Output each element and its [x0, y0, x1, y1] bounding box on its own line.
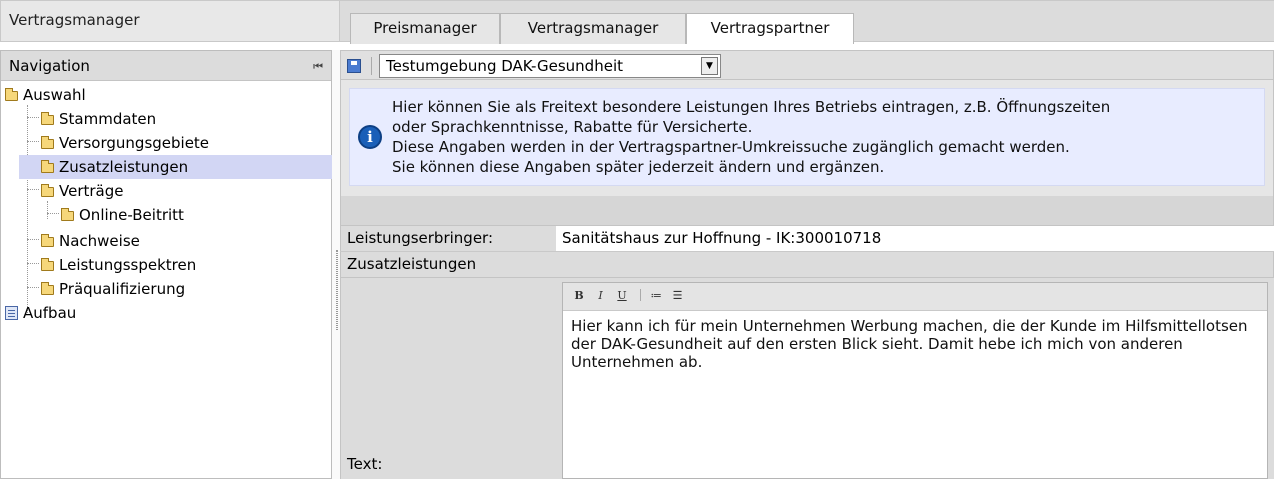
environment-select[interactable]: Testumgebung DAK-Gesundheit ▼ [379, 54, 721, 78]
folder-icon [41, 282, 54, 295]
navigation-header: Navigation ⏮ [1, 51, 331, 81]
folder-icon [41, 234, 54, 247]
tree-item-zusatzleistungen[interactable]: Zusatzleistungen [19, 155, 332, 179]
section-divider [340, 196, 1274, 226]
navigation-title: Navigation [9, 57, 90, 75]
text-row: Text: B I U ≔ ☰ Hier kann ich für mein U… [340, 278, 1274, 479]
editor-toolbar: B I U ≔ ☰ [563, 283, 1267, 311]
info-panel: i Hier können Sie als Freitext besondere… [340, 80, 1274, 196]
folder-icon [61, 208, 74, 221]
tree-connector [27, 189, 39, 190]
toolbar: Testumgebung DAK-Gesundheit ▼ [340, 50, 1274, 80]
tree-item-versorgungsgebiete[interactable]: Versorgungsgebiete [41, 131, 209, 155]
tree-connector [27, 141, 39, 142]
tree-item-label: Präqualifizierung [59, 280, 186, 298]
tree-item-label: Aufbau [23, 304, 77, 322]
dropdown-arrow-icon[interactable]: ▼ [701, 57, 718, 75]
tree-item-vertraege[interactable]: Verträge [41, 179, 123, 203]
section-title: Zusatzleistungen [340, 252, 1274, 278]
tree-item-online-beitritt[interactable]: Online-Beitritt [61, 203, 184, 227]
environment-select-value: Testumgebung DAK-Gesundheit [386, 57, 623, 75]
info-line: oder Sprachkenntnisse, Rabatte für Versi… [392, 118, 753, 136]
tree-item-nachweise[interactable]: Nachweise [41, 229, 140, 253]
save-icon[interactable] [347, 59, 361, 73]
info-line: Sie können diese Angaben später jederzei… [392, 158, 885, 176]
info-box: i Hier können Sie als Freitext besondere… [349, 88, 1265, 186]
tab-preismanager[interactable]: Preismanager [350, 13, 500, 44]
folder-icon [41, 184, 54, 197]
underline-button[interactable]: U [614, 289, 630, 302]
editor-content[interactable]: Hier kann ich für mein Unternehmen Werbu… [563, 311, 1267, 377]
tree-connector [27, 263, 39, 264]
toolbar-separator [371, 57, 372, 75]
provider-label: Leistungserbringer: [340, 226, 556, 251]
info-icon: i [358, 125, 382, 149]
info-line: Hier können Sie als Freitext besondere L… [392, 98, 1111, 116]
tree-item-praequalifizierung[interactable]: Präqualifizierung [41, 277, 185, 301]
collapse-panel-icon[interactable]: ⏮ [313, 60, 323, 74]
tree-connector [27, 239, 39, 240]
ordered-list-button[interactable]: ≔ [648, 289, 664, 302]
tree-item-aufbau[interactable]: Aufbau [5, 301, 76, 325]
tree-item-label: Nachweise [59, 232, 140, 250]
provider-value: Sanitätshaus zur Hoffnung - IK:300010718 [556, 226, 1274, 251]
editor-column: B I U ≔ ☰ Hier kann ich für mein Unterne… [556, 278, 1274, 479]
tree-item-label: Zusatzleistungen [59, 158, 189, 176]
tree-item-label: Stammdaten [59, 110, 157, 128]
tree-item-label: Auswahl [23, 86, 86, 104]
report-icon [5, 306, 18, 320]
unordered-list-button[interactable]: ☰ [670, 289, 686, 302]
folder-icon [41, 136, 54, 149]
text-label-cell: Text: [340, 278, 556, 479]
tab-vertragspartner[interactable]: Vertragspartner [686, 13, 854, 44]
editor-toolbar-separator [639, 289, 641, 301]
bold-button[interactable]: B [571, 289, 587, 302]
tree-item-auswahl[interactable]: Auswahl [5, 83, 86, 107]
tab-bar: Preismanager Vertragsmanager Vertragspar… [340, 0, 1274, 44]
main-content: Testumgebung DAK-Gesundheit ▼ i Hier kön… [340, 50, 1274, 479]
app-title: Vertragsmanager [0, 0, 340, 42]
tree-connector [27, 105, 28, 315]
tree-item-leistungsspektren[interactable]: Leistungsspektren [41, 253, 196, 277]
navigation-panel: Navigation ⏮ Auswahl Stammdaten Versorgu… [0, 50, 332, 479]
tree-item-stammdaten[interactable]: Stammdaten [41, 107, 156, 131]
rich-text-editor[interactable]: B I U ≔ ☰ Hier kann ich für mein Unterne… [562, 282, 1268, 479]
tree-item-label: Leistungsspektren [59, 256, 197, 274]
provider-row: Leistungserbringer: Sanitätshaus zur Hof… [340, 226, 1274, 252]
tree-connector [47, 201, 48, 219]
tree-connector [27, 117, 39, 118]
folder-icon [41, 160, 54, 173]
text-label: Text: [347, 455, 383, 473]
tree-item-label: Verträge [59, 182, 124, 200]
tree-item-label: Online-Beitritt [79, 206, 184, 224]
tree-connector [27, 287, 39, 288]
folder-icon [5, 88, 18, 101]
tree-connector [47, 213, 59, 214]
italic-button[interactable]: I [593, 289, 609, 302]
splitter-grip[interactable] [336, 250, 338, 330]
tree-item-label: Versorgungsgebiete [59, 134, 210, 152]
tab-vertragsmanager[interactable]: Vertragsmanager [500, 13, 686, 44]
folder-icon [41, 258, 54, 271]
info-line: Diese Angaben werden in der Vertragspart… [392, 138, 1070, 156]
folder-icon [41, 112, 54, 125]
